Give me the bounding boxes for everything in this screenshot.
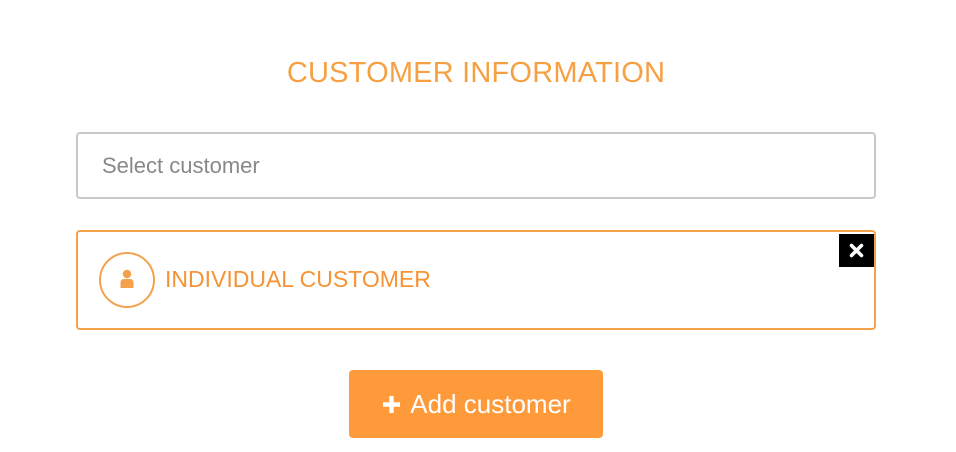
- customer-select-placeholder: Select customer: [102, 152, 260, 178]
- customer-type-label: INDIVIDUAL CUSTOMER: [165, 266, 431, 292]
- close-icon: [849, 243, 864, 258]
- selected-customer-card: INDIVIDUAL CUSTOMER: [76, 230, 876, 330]
- plus-icon: [381, 394, 402, 415]
- add-customer-label: Add customer: [410, 388, 571, 419]
- add-customer-button[interactable]: Add customer: [349, 370, 603, 438]
- person-icon: [120, 269, 134, 288]
- page-title: CUSTOMER INFORMATION: [286, 57, 666, 89]
- avatar: [99, 252, 155, 308]
- remove-customer-button[interactable]: [839, 234, 874, 267]
- customer-select[interactable]: Select customer: [76, 132, 876, 199]
